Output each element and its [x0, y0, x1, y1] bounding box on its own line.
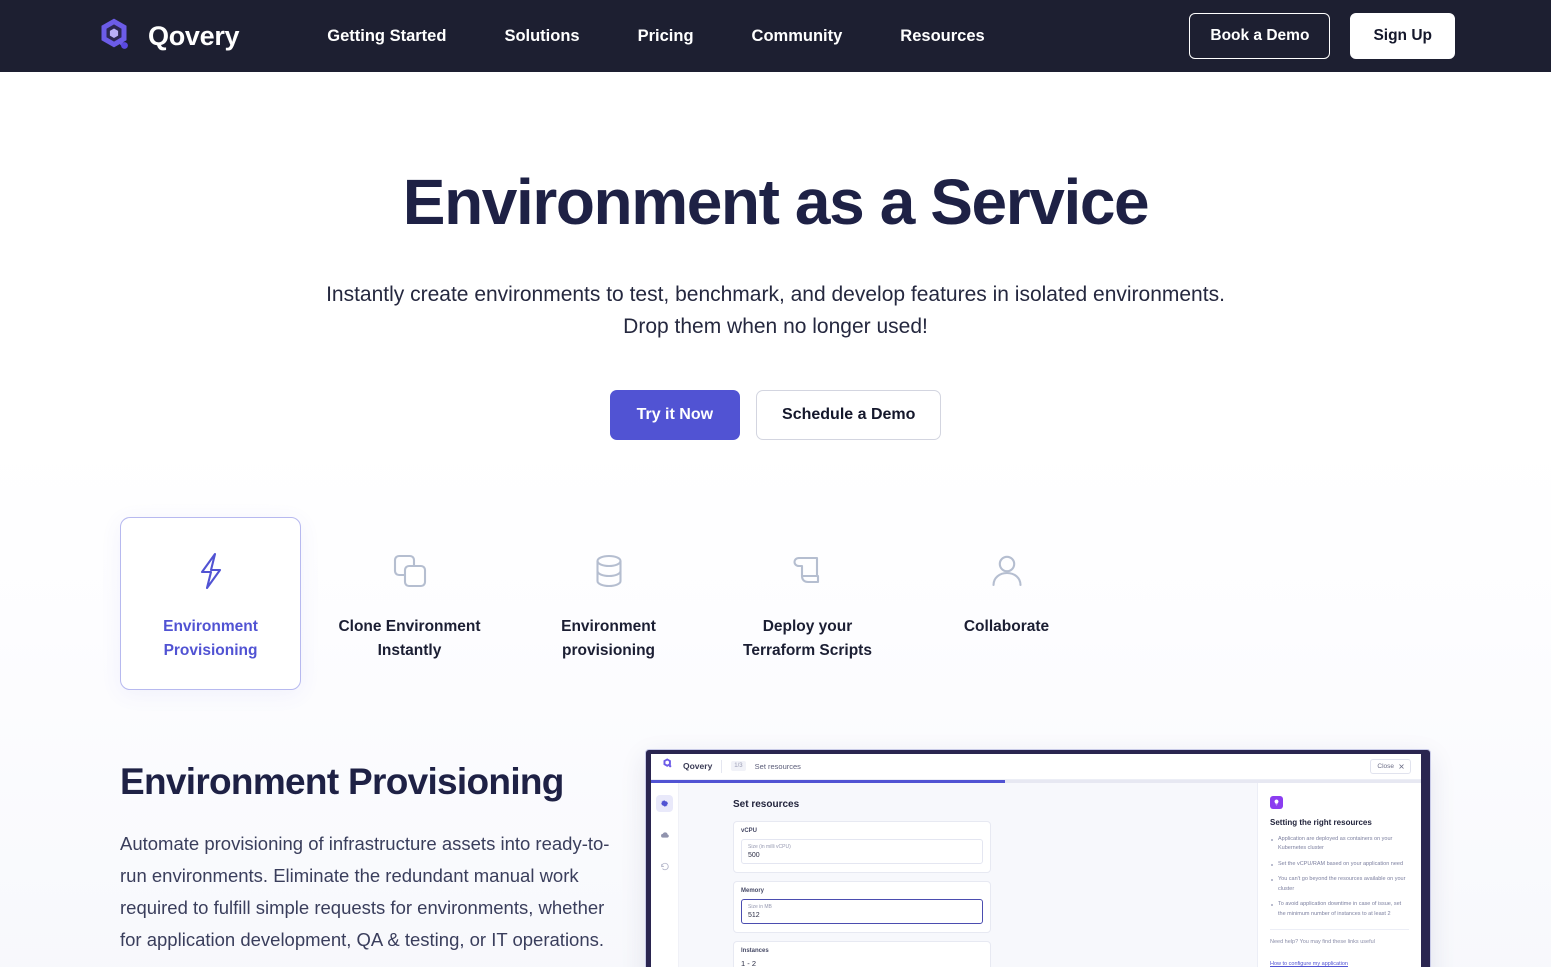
nav-link-getting-started[interactable]: Getting Started [327, 27, 446, 46]
help-bullet: You can't go beyond the resources availa… [1270, 875, 1409, 894]
app-body: Set resources vCPU Size (in milli vCPU) … [651, 783, 1421, 967]
tab-environment-provisioning-database[interactable]: Environment provisioning [518, 517, 699, 690]
memory-size-value: 512 [748, 912, 976, 919]
hero-cta-group: Try it Now Schedule a Demo [0, 390, 1551, 440]
user-icon [925, 548, 1088, 594]
vcpu-card: vCPU Size (in milli vCPU) 500 [733, 821, 991, 873]
main-heading: Set resources [733, 799, 1257, 810]
help-panel: Setting the right resources Application … [1257, 783, 1421, 967]
hero-subtitle-line-1: Instantly create environments to test, b… [0, 279, 1551, 311]
nav-link-pricing[interactable]: Pricing [638, 27, 694, 46]
feature-detail-body: Automate provisioning of infrastructure … [120, 828, 620, 956]
tab-label-line-1: Environment [129, 615, 292, 639]
try-it-now-button[interactable]: Try it Now [610, 390, 740, 440]
features-section: Environment Provisioning Clone Environme… [0, 440, 1551, 967]
tab-label-line-1: Clone Environment [328, 615, 491, 639]
app-main-content: Set resources vCPU Size (in milli vCPU) … [679, 783, 1257, 967]
tab-label: Deploy your Terraform Scripts [726, 615, 889, 663]
hero-subtitle-line-2: Drop them when no longer used! [0, 311, 1551, 343]
top-navigation-bar: Qovery Getting Started Solutions Pricing… [0, 0, 1551, 72]
tab-label-line-1: Deploy your [726, 615, 889, 639]
nav-link-solutions[interactable]: Solutions [504, 27, 579, 46]
tab-clone-environment-instantly[interactable]: Clone Environment Instantly [319, 517, 500, 690]
close-x-icon [1399, 764, 1404, 769]
help-panel-link[interactable]: How to configure my application [1270, 961, 1348, 967]
history-clock-icon[interactable] [656, 859, 673, 876]
instances-card: Instances 1 - 2 [733, 941, 991, 967]
lightning-bolt-icon [129, 548, 292, 594]
tab-label-line-2: Terraform Scripts [726, 639, 889, 663]
feature-tabs: Environment Provisioning Clone Environme… [120, 517, 1431, 690]
product-screenshot: Qovery 1/3 Set resources Close [645, 749, 1431, 967]
sign-up-button[interactable]: Sign Up [1350, 13, 1455, 59]
help-panel-heading: Setting the right resources [1270, 818, 1409, 827]
tab-label-line-1: Environment [527, 615, 690, 639]
instances-value: 1 - 2 [741, 959, 983, 967]
tab-label-line-2: Instantly [328, 639, 491, 663]
primary-nav-links: Getting Started Solutions Pricing Commun… [327, 27, 984, 46]
help-bullet: Application are deployed as containers o… [1270, 835, 1409, 854]
topbar-divider [721, 760, 722, 773]
tab-label: Clone Environment Instantly [328, 615, 491, 663]
app-topbar: Qovery 1/3 Set resources Close [651, 754, 1421, 780]
vcpu-size-input[interactable]: Size (in milli vCPU) 500 [741, 839, 983, 864]
page-title: Environment as a Service [0, 168, 1551, 237]
close-button-label: Close [1377, 763, 1394, 770]
step-badge: 1/3 [731, 761, 745, 771]
help-bullet: To avoid application downtime in case of… [1270, 900, 1409, 919]
feature-detail-section: Environment Provisioning Automate provis… [120, 749, 1431, 967]
hero-section: Environment as a Service Instantly creat… [0, 72, 1551, 440]
breadcrumb: Set resources [755, 762, 801, 771]
cloud-icon[interactable] [656, 827, 673, 844]
schedule-a-demo-button[interactable]: Schedule a Demo [756, 390, 941, 440]
tab-label: Environment Provisioning [129, 615, 292, 663]
help-panel-hint: Need help? You may find these links usef… [1270, 939, 1409, 945]
product-screenshot-viewport: Qovery 1/3 Set resources Close [651, 754, 1421, 967]
vcpu-size-label: Size (in milli vCPU) [748, 844, 976, 850]
settings-gear-icon[interactable] [656, 795, 673, 812]
close-button[interactable]: Close [1370, 759, 1411, 774]
help-bullet: Set the vCPU/RAM based on your applicati… [1270, 860, 1409, 869]
feature-detail-text: Environment Provisioning Automate provis… [120, 749, 620, 956]
tab-environment-provisioning[interactable]: Environment Provisioning [120, 517, 301, 690]
scroll-icon [726, 548, 889, 594]
tab-label-line-2: provisioning [527, 639, 690, 663]
progress-bar-fill [651, 780, 1005, 783]
copy-squares-icon [328, 548, 491, 594]
hero-subtitle: Instantly create environments to test, b… [0, 279, 1551, 343]
help-panel-divider [1270, 929, 1409, 930]
nav-actions: Book a Demo Sign Up [1189, 13, 1455, 59]
memory-size-label: Size in MB [748, 904, 976, 910]
tab-label: Environment provisioning [527, 615, 690, 663]
memory-size-input[interactable]: Size in MB 512 [741, 899, 983, 924]
nav-link-community[interactable]: Community [752, 27, 843, 46]
brand-logo-link[interactable]: Qovery [93, 14, 239, 58]
app-logo-icon [661, 757, 674, 775]
brand-name: Qovery [148, 21, 239, 52]
vcpu-size-value: 500 [748, 852, 976, 859]
memory-card-title: Memory [741, 888, 983, 894]
feature-detail-heading: Environment Provisioning [120, 761, 620, 803]
instances-card-title: Instances [741, 948, 983, 954]
vcpu-card-title: vCPU [741, 828, 983, 834]
database-icon [527, 548, 690, 594]
help-panel-bullets: Application are deployed as containers o… [1270, 835, 1409, 919]
app-sidebar [651, 783, 679, 967]
qovery-hexagon-logo-icon [93, 14, 137, 58]
book-a-demo-button[interactable]: Book a Demo [1189, 13, 1330, 59]
nav-link-resources[interactable]: Resources [900, 27, 984, 46]
lightbulb-icon [1270, 796, 1283, 809]
tab-collaborate[interactable]: Collaborate [916, 517, 1097, 666]
tab-label: Collaborate [925, 615, 1088, 639]
progress-bar-track [651, 780, 1421, 783]
tab-deploy-terraform-scripts[interactable]: Deploy your Terraform Scripts [717, 517, 898, 690]
feature-detail-media: Qovery 1/3 Set resources Close [645, 749, 1431, 967]
tab-label-line-1: Collaborate [925, 615, 1088, 639]
app-brand-name: Qovery [683, 761, 712, 771]
memory-card: Memory Size in MB 512 [733, 881, 991, 933]
tab-label-line-2: Provisioning [129, 639, 292, 663]
